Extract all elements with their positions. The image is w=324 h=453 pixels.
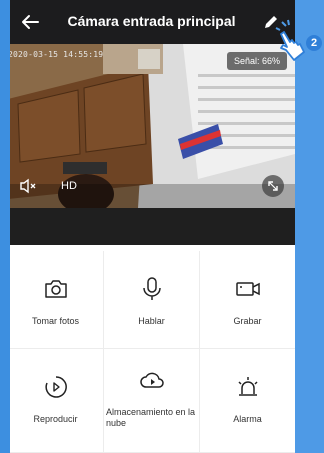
video-controls-bar [8,208,295,245]
action-label: Almacenamiento en la nube [106,407,196,428]
action-record[interactable]: Grabar [200,251,295,348]
camera-icon [45,280,67,298]
microphone-icon [143,277,161,300]
camera-feed[interactable]: 2020-03-15 14:55:19 Señal: 66% HD [8,44,295,208]
playback-icon [45,376,67,398]
action-label: Reproducir [33,414,78,424]
alarm-icon [238,377,258,396]
action-playback[interactable]: Reproducir [8,349,103,446]
action-label: Grabar [233,316,262,326]
blue-border-left [0,0,10,453]
action-label: Alarma [233,414,262,424]
fullscreen-icon [268,181,278,191]
action-label: Tomar fotos [31,316,80,326]
step-number-badge: 2 [306,35,322,51]
action-take-photo[interactable]: Tomar fotos [8,251,103,348]
quality-toggle-button[interactable]: HD [61,180,77,192]
action-cloud-storage[interactable]: Almacenamiento en la nube [104,349,199,446]
action-talk[interactable]: Hablar [104,251,199,348]
video-record-icon [236,282,260,296]
video-timestamp: 2020-03-15 14:55:19 [8,50,104,59]
action-grid: Tomar fotos Hablar Grabar Reproducir Alm… [8,251,295,453]
back-arrow-icon[interactable] [18,10,42,34]
fullscreen-button[interactable] [262,175,284,197]
app-screen: Cámara entrada principal 2020-03-15 14:5… [8,0,295,453]
action-alarm[interactable]: Alarma [200,349,295,446]
top-bar: Cámara entrada principal [8,0,295,44]
blue-border-right [294,0,324,453]
speaker-muted-icon[interactable] [19,178,39,194]
cloud-play-icon [140,372,164,388]
page-title: Cámara entrada principal [67,13,236,29]
action-label: Hablar [138,316,165,326]
